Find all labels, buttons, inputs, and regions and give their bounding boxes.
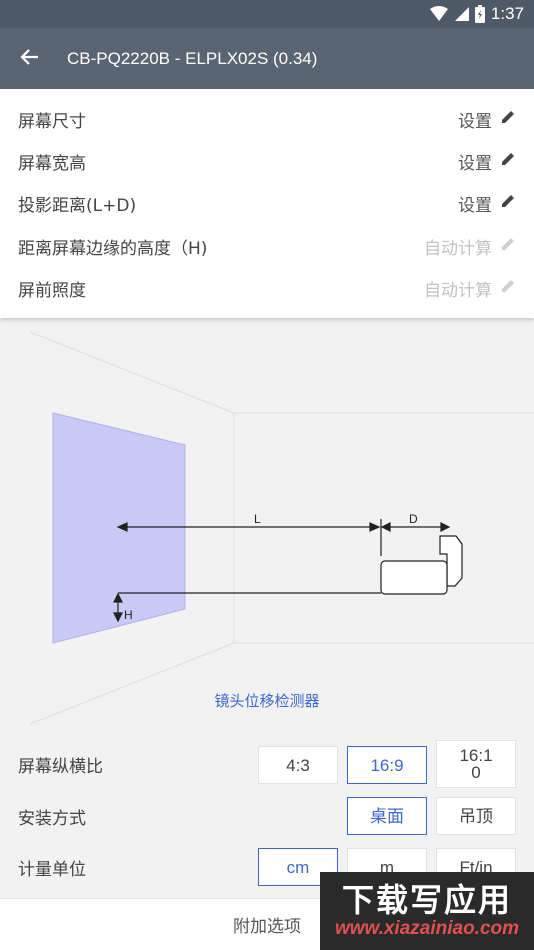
label-l: L <box>254 512 261 526</box>
mount-type-label: 安装方式 <box>18 808 86 829</box>
setting-row-illuminance: 屏前照度 自动计算 <box>0 268 534 310</box>
lens-shift-link[interactable]: 镜头位移检测器 <box>0 690 534 711</box>
mount-desk-button[interactable]: 桌面 <box>347 797 427 835</box>
signal-icon <box>454 6 469 22</box>
setting-action-label: 设置 <box>458 154 492 175</box>
battery-icon <box>474 5 485 23</box>
setting-row-edge-height: 距离屏幕边缘的高度（H) 自动计算 <box>0 225 534 267</box>
app-bar: CB-PQ2220B - ELPLX02S (0.34) <box>0 28 534 89</box>
setting-row-screen-size[interactable]: 屏幕尺寸 设置 <box>0 98 534 140</box>
projection-diagram: L D H 镜头位移检测器 <box>0 318 534 728</box>
setting-action-label: 自动计算 <box>424 281 492 302</box>
pencil-icon <box>500 151 516 172</box>
label-d: D <box>409 512 418 526</box>
status-bar: 1:37 <box>0 0 534 28</box>
setting-action-label: 设置 <box>458 196 492 217</box>
additional-options-label: 附加选项 <box>233 917 301 937</box>
setting-action-label: 设置 <box>458 111 492 132</box>
projector-icon <box>380 535 463 595</box>
setting-action-button[interactable]: 设置 <box>458 149 516 174</box>
mount-ceiling-button[interactable]: 吊顶 <box>436 797 516 835</box>
setting-label: 距离屏幕边缘的高度（H) <box>18 238 208 259</box>
setting-label: 屏幕尺寸 <box>18 111 86 132</box>
back-button[interactable] <box>0 28 60 89</box>
setting-action-button: 自动计算 <box>424 276 516 301</box>
unit-label: 计量单位 <box>18 859 86 880</box>
setting-row-throw-distance[interactable]: 投影距离(L+D) 设置 <box>0 183 534 225</box>
page-title: CB-PQ2220B - ELPLX02S (0.34) <box>67 48 318 68</box>
setting-label: 投影距离(L+D) <box>18 196 137 217</box>
setting-row-screen-dimensions[interactable]: 屏幕宽高 设置 <box>0 140 534 182</box>
setting-action-label: 自动计算 <box>424 238 492 259</box>
status-time: 1:37 <box>490 4 524 23</box>
setting-action-button[interactable]: 设置 <box>458 191 516 216</box>
pencil-icon <box>500 109 516 130</box>
setting-label: 屏前照度 <box>18 281 86 302</box>
watermark-title: 下载写应用 <box>341 881 512 919</box>
aspect-ratio-row: 屏幕纵横比 4:3 16:9 16:1 0 <box>0 740 534 788</box>
pencil-icon <box>500 236 516 257</box>
setting-action-button: 自动计算 <box>424 234 516 259</box>
aspect-16-9-button[interactable]: 16:9 <box>347 746 427 784</box>
setting-label: 屏幕宽高 <box>18 154 86 175</box>
watermark-url: www.xiazainiao.com <box>334 918 520 939</box>
wifi-icon <box>429 6 448 22</box>
mount-type-row: 安装方式 桌面 吊顶 <box>0 792 534 840</box>
pencil-icon <box>500 278 516 299</box>
watermark-logo: 下载写应用 www.xiazainiao.com <box>320 872 534 950</box>
aspect-16-10-button[interactable]: 16:1 0 <box>436 740 516 788</box>
aspect-ratio-label: 屏幕纵横比 <box>18 756 103 777</box>
settings-list: 屏幕尺寸 设置 屏幕宽高 设置 投影距离(L+D) 设置 距离屏幕边缘的高度（H… <box>0 89 534 318</box>
arrow-left-icon <box>20 47 40 71</box>
pencil-icon <box>500 193 516 214</box>
label-h: H <box>124 608 133 622</box>
aspect-16-10-label: 16:1 0 <box>459 746 493 782</box>
aspect-4-3-button[interactable]: 4:3 <box>258 746 338 784</box>
setting-action-button[interactable]: 设置 <box>458 107 516 132</box>
